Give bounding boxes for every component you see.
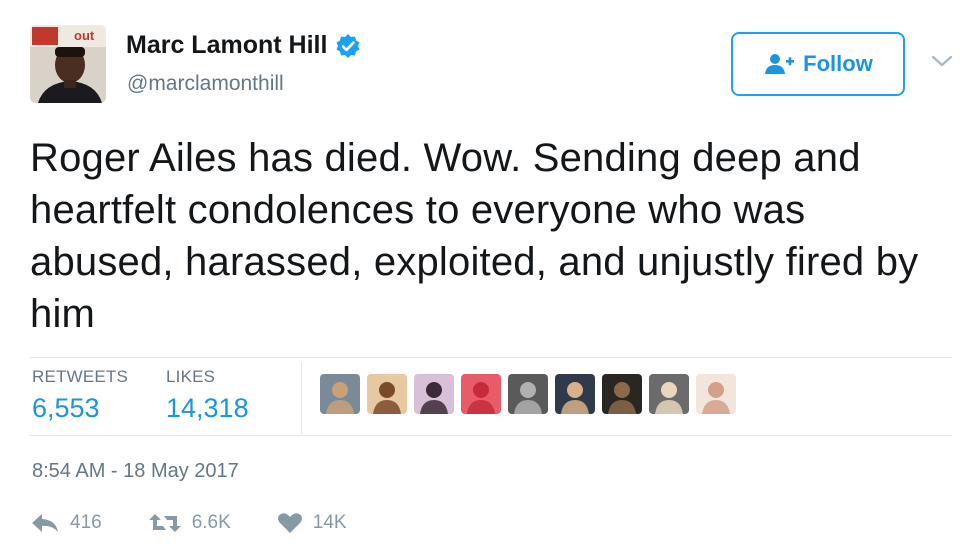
reply-button[interactable]: 416 bbox=[30, 512, 102, 534]
follow-button-label: Follow bbox=[803, 51, 873, 76]
avatar-brand-text: out bbox=[74, 28, 95, 43]
verified-badge-icon bbox=[336, 33, 360, 58]
liker-avatar-image bbox=[414, 374, 454, 414]
liker-avatar-9[interactable] bbox=[696, 374, 736, 414]
liker-avatar-image bbox=[602, 374, 642, 414]
liker-avatar-4[interactable] bbox=[461, 374, 501, 414]
liker-avatar-image bbox=[461, 374, 501, 414]
liker-avatar-image bbox=[649, 374, 689, 414]
display-name-text: Marc Lamont Hill bbox=[126, 31, 328, 59]
like-button[interactable]: 14K bbox=[277, 512, 347, 534]
reply-count: 416 bbox=[70, 512, 102, 533]
display-name[interactable]: Marc Lamont Hill bbox=[126, 31, 361, 60]
stats-separator bbox=[301, 362, 302, 434]
liker-avatar-image bbox=[508, 374, 548, 414]
liker-avatar-image bbox=[696, 374, 736, 414]
avatar-image: out bbox=[30, 25, 106, 103]
retweets-stat[interactable]: RETWEETS 6,553 bbox=[32, 367, 128, 424]
avatar[interactable]: out bbox=[30, 25, 106, 103]
liker-avatar-2[interactable] bbox=[367, 374, 407, 414]
retweets-label: RETWEETS bbox=[32, 367, 129, 386]
likes-count[interactable]: 14,318 bbox=[166, 393, 249, 424]
liker-avatar-image bbox=[367, 374, 407, 414]
likes-stat[interactable]: LIKES 14,318 bbox=[166, 367, 249, 424]
follow-button[interactable]: Follow bbox=[731, 32, 905, 96]
chevron-down-icon[interactable] bbox=[931, 54, 953, 68]
retweet-count: 6.6K bbox=[191, 512, 231, 533]
divider bbox=[30, 357, 952, 358]
tweet-actions: 416 6.6K 14K bbox=[30, 512, 393, 534]
liker-avatar-1[interactable] bbox=[320, 374, 360, 414]
like-count: 14K bbox=[312, 512, 347, 533]
add-user-icon bbox=[765, 54, 795, 74]
heart-icon bbox=[277, 513, 302, 533]
retweet-icon bbox=[148, 514, 181, 532]
tweet-card: out Marc Lamont Hill @marclamonthill Fol… bbox=[0, 0, 980, 559]
liker-avatar-image bbox=[555, 374, 595, 414]
liker-avatar-7[interactable] bbox=[602, 374, 642, 414]
tweet-timestamp[interactable]: 8:54 AM - 18 May 2017 bbox=[32, 460, 239, 483]
divider bbox=[30, 435, 952, 436]
user-handle[interactable]: @marclamonthill bbox=[127, 72, 284, 96]
tweet-text: Roger Ailes has died. Wow. Sending deep … bbox=[30, 136, 919, 336]
liker-avatar-8[interactable] bbox=[649, 374, 689, 414]
liker-avatar-6[interactable] bbox=[555, 374, 595, 414]
retweets-count[interactable]: 6,553 bbox=[32, 393, 128, 424]
liker-avatar-image bbox=[320, 374, 360, 414]
reply-icon bbox=[32, 514, 58, 532]
liker-avatar-5[interactable] bbox=[508, 374, 548, 414]
liker-avatars bbox=[320, 374, 736, 414]
likes-label: LIKES bbox=[166, 367, 216, 386]
liker-avatar-3[interactable] bbox=[414, 374, 454, 414]
retweet-button[interactable]: 6.6K bbox=[148, 512, 231, 534]
